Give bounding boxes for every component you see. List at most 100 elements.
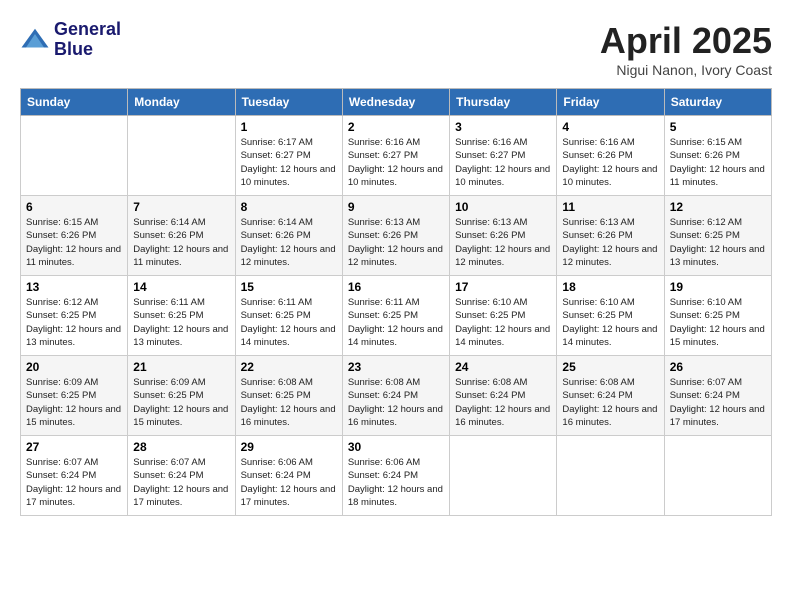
calendar-cell [557,436,664,516]
day-number: 15 [241,280,337,294]
logo-icon [20,25,50,55]
calendar-cell: 5Sunrise: 6:15 AMSunset: 6:26 PMDaylight… [664,116,771,196]
day-detail: Sunrise: 6:08 AMSunset: 6:24 PMDaylight:… [348,376,444,429]
day-detail: Sunrise: 6:07 AMSunset: 6:24 PMDaylight:… [133,456,229,509]
day-detail: Sunrise: 6:13 AMSunset: 6:26 PMDaylight:… [455,216,551,269]
day-number: 6 [26,200,122,214]
day-number: 21 [133,360,229,374]
day-detail: Sunrise: 6:17 AMSunset: 6:27 PMDaylight:… [241,136,337,189]
calendar-week-row: 6 Sunrise: 6:15 AMSunset: 6:26 PMDaylight… [21,196,772,276]
calendar-body: 1 Sunrise: 6:17 AMSunset: 6:27 PMDaylight… [21,116,772,516]
calendar-cell: 20 Sunrise: 6:09 AMSunset: 6:25 PMDayligh… [21,356,128,436]
calendar-cell: 10 Sunrise: 6:13 AMSunset: 6:26 PMDayligh… [450,196,557,276]
day-detail: Sunrise: 6:16 AMSunset: 6:27 PMDaylight:… [348,136,444,189]
day-detail: Sunrise: 6:10 AMSunset: 6:25 PMDaylight:… [562,296,658,349]
calendar-cell: 30 Sunrise: 6:06 AMSunset: 6:24 PMDayligh… [342,436,449,516]
day-number: 3 [455,120,551,134]
day-detail: Sunrise: 6:16 AMSunset: 6:26 PMDaylight:… [562,136,658,189]
day-detail: Sunrise: 6:09 AMSunset: 6:25 PMDaylight:… [26,376,122,429]
day-detail: Sunrise: 6:06 AMSunset: 6:24 PMDaylight:… [348,456,444,509]
page-header: General Blue April 2025 Nigui Nanon, Ivo… [20,20,772,78]
logo: General Blue [20,20,121,60]
day-number: 8 [241,200,337,214]
logo-text: General Blue [54,20,121,60]
day-detail: Sunrise: 6:14 AMSunset: 6:26 PMDaylight:… [241,216,337,269]
calendar-cell: 21 Sunrise: 6:09 AMSunset: 6:25 PMDayligh… [128,356,235,436]
day-detail: Sunrise: 6:14 AMSunset: 6:26 PMDaylight:… [133,216,229,269]
calendar-cell [128,116,235,196]
calendar-cell: 28Sunrise: 6:07 AMSunset: 6:24 PMDayligh… [128,436,235,516]
day-detail: Sunrise: 6:10 AMSunset: 6:25 PMDaylight:… [455,296,551,349]
calendar-cell: 2 Sunrise: 6:16 AMSunset: 6:27 PMDaylight… [342,116,449,196]
day-detail: Sunrise: 6:08 AMSunset: 6:25 PMDaylight:… [241,376,337,429]
day-detail: Sunrise: 6:08 AMSunset: 6:24 PMDaylight:… [562,376,658,429]
calendar-cell [21,116,128,196]
month-title: April 2025 [600,20,772,62]
day-detail: Sunrise: 6:07 AMSunset: 6:24 PMDaylight:… [26,456,122,509]
day-number: 24 [455,360,551,374]
day-detail: Sunrise: 6:09 AMSunset: 6:25 PMDaylight:… [133,376,229,429]
calendar-week-row: 27 Sunrise: 6:07 AMSunset: 6:24 PMDayligh… [21,436,772,516]
calendar-cell: 9 Sunrise: 6:13 AMSunset: 6:26 PMDaylight… [342,196,449,276]
day-detail: Sunrise: 6:06 AMSunset: 6:24 PMDaylight:… [241,456,337,509]
day-number: 23 [348,360,444,374]
day-number: 12 [670,200,766,214]
day-number: 20 [26,360,122,374]
day-number: 2 [348,120,444,134]
day-number: 11 [562,200,658,214]
day-detail: Sunrise: 6:15 AMSunset: 6:26 PMDaylight:… [670,136,766,189]
day-detail: Sunrise: 6:13 AMSunset: 6:26 PMDaylight:… [562,216,658,269]
calendar-week-row: 20 Sunrise: 6:09 AMSunset: 6:25 PMDayligh… [21,356,772,436]
calendar-cell: 26Sunrise: 6:07 AMSunset: 6:24 PMDayligh… [664,356,771,436]
calendar-cell: 23 Sunrise: 6:08 AMSunset: 6:24 PMDayligh… [342,356,449,436]
day-number: 25 [562,360,658,374]
calendar-cell: 12 Sunrise: 6:12 AMSunset: 6:25 PMDayligh… [664,196,771,276]
calendar-cell: 19 Sunrise: 6:10 AMSunset: 6:25 PMDayligh… [664,276,771,356]
day-number: 1 [241,120,337,134]
weekday-header-saturday: Saturday [664,89,771,116]
calendar-cell: 4 Sunrise: 6:16 AMSunset: 6:26 PMDaylight… [557,116,664,196]
day-number: 29 [241,440,337,454]
day-number: 17 [455,280,551,294]
calendar-table: SundayMondayTuesdayWednesdayThursdayFrid… [20,88,772,516]
day-detail: Sunrise: 6:11 AMSunset: 6:25 PMDaylight:… [348,296,444,349]
day-detail: Sunrise: 6:11 AMSunset: 6:25 PMDaylight:… [241,296,337,349]
calendar-cell: 17 Sunrise: 6:10 AMSunset: 6:25 PMDayligh… [450,276,557,356]
calendar-header-row: SundayMondayTuesdayWednesdayThursdayFrid… [21,89,772,116]
calendar-cell: 15 Sunrise: 6:11 AMSunset: 6:25 PMDayligh… [235,276,342,356]
day-detail: Sunrise: 6:10 AMSunset: 6:25 PMDaylight:… [670,296,766,349]
day-number: 9 [348,200,444,214]
weekday-header-friday: Friday [557,89,664,116]
day-number: 30 [348,440,444,454]
day-number: 4 [562,120,658,134]
day-number: 16 [348,280,444,294]
weekday-header-wednesday: Wednesday [342,89,449,116]
title-block: April 2025 Nigui Nanon, Ivory Coast [600,20,772,78]
day-number: 19 [670,280,766,294]
calendar-cell [664,436,771,516]
location: Nigui Nanon, Ivory Coast [600,62,772,78]
day-number: 13 [26,280,122,294]
calendar-week-row: 1 Sunrise: 6:17 AMSunset: 6:27 PMDaylight… [21,116,772,196]
day-detail: Sunrise: 6:15 AMSunset: 6:26 PMDaylight:… [26,216,122,269]
weekday-header-monday: Monday [128,89,235,116]
day-detail: Sunrise: 6:16 AMSunset: 6:27 PMDaylight:… [455,136,551,189]
day-number: 18 [562,280,658,294]
calendar-cell: 22 Sunrise: 6:08 AMSunset: 6:25 PMDayligh… [235,356,342,436]
day-number: 7 [133,200,229,214]
calendar-cell: 6 Sunrise: 6:15 AMSunset: 6:26 PMDaylight… [21,196,128,276]
day-number: 14 [133,280,229,294]
weekday-header-thursday: Thursday [450,89,557,116]
calendar-cell: 18 Sunrise: 6:10 AMSunset: 6:25 PMDayligh… [557,276,664,356]
calendar-cell: 24Sunrise: 6:08 AMSunset: 6:24 PMDayligh… [450,356,557,436]
day-number: 10 [455,200,551,214]
calendar-cell: 3 Sunrise: 6:16 AMSunset: 6:27 PMDaylight… [450,116,557,196]
calendar-cell: 7 Sunrise: 6:14 AMSunset: 6:26 PMDaylight… [128,196,235,276]
day-detail: Sunrise: 6:11 AMSunset: 6:25 PMDaylight:… [133,296,229,349]
day-detail: Sunrise: 6:07 AMSunset: 6:24 PMDaylight:… [670,376,766,429]
day-number: 27 [26,440,122,454]
day-number: 22 [241,360,337,374]
day-detail: Sunrise: 6:13 AMSunset: 6:26 PMDaylight:… [348,216,444,269]
day-detail: Sunrise: 6:12 AMSunset: 6:25 PMDaylight:… [670,216,766,269]
calendar-cell: 13Sunrise: 6:12 AMSunset: 6:25 PMDayligh… [21,276,128,356]
